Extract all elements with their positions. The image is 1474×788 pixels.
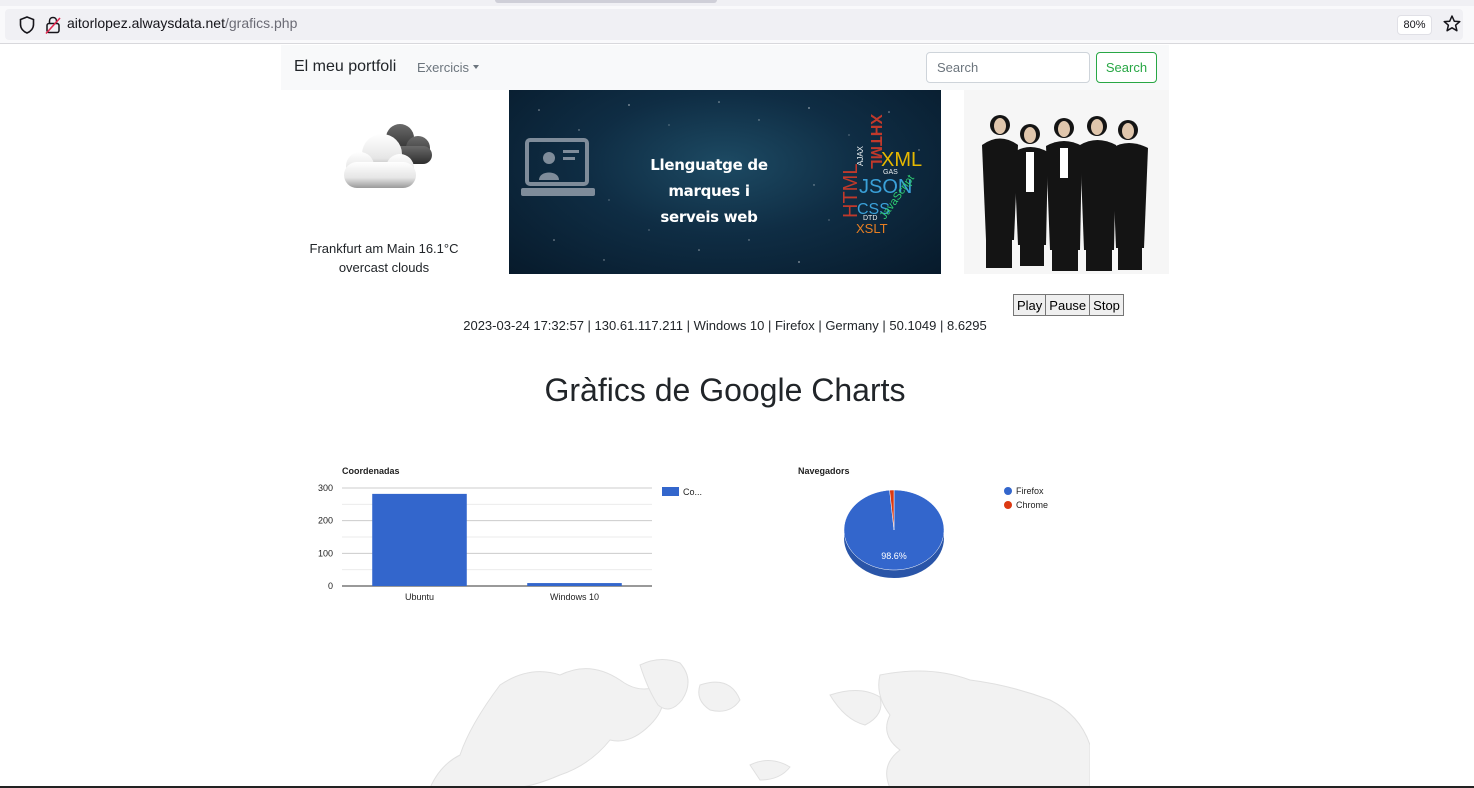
pie-chart-title: Navegadors xyxy=(798,466,850,476)
navbar-brand[interactable]: El meu portfoli xyxy=(294,58,396,76)
url-bar[interactable]: aitorlopez.alwaysdata.net/grafics.php 80… xyxy=(5,9,1463,40)
banner-title-line1: Llenguatge de marques i xyxy=(650,156,768,200)
weather-text: Frankfurt am Main 16.1°C overcast clouds xyxy=(294,239,474,277)
url-text[interactable]: aitorlopez.alwaysdata.net/grafics.php xyxy=(67,15,297,31)
caret-down-icon xyxy=(473,65,480,69)
legend-label: Co... xyxy=(683,487,702,497)
legend-dot xyxy=(1004,501,1012,509)
bar[interactable] xyxy=(527,583,622,586)
band-members-silhouettes xyxy=(982,115,1148,271)
tech-word-cloud: HTML XHTML XML JSON CSS XSLT AJAX DTD GA… xyxy=(840,114,922,236)
weather-location-temp: Frankfurt am Main 16.1°C xyxy=(309,241,459,256)
browser-toolbar: aitorlopez.alwaysdata.net/grafics.php 80… xyxy=(0,0,1474,44)
world-map xyxy=(429,659,1090,788)
exercicis-dropdown[interactable]: Exercicis xyxy=(417,60,480,75)
presentation-icon xyxy=(521,138,595,196)
site-navbar: El meu portfoli Exercicis Search xyxy=(281,45,1169,90)
y-tick-label: 100 xyxy=(318,548,333,558)
play-button[interactable]: Play xyxy=(1013,294,1047,316)
banner-title-line2: serveis web xyxy=(660,208,758,226)
bar[interactable] xyxy=(372,493,467,586)
cloud-icon xyxy=(344,124,432,188)
bar-chart: 0 100 200 300 Ubuntu Windows 10 Co... xyxy=(318,483,702,602)
band-photo xyxy=(964,90,1169,274)
tab-strip xyxy=(0,0,1474,6)
x-tick-label: Windows 10 xyxy=(550,592,599,602)
dropdown-label: Exercicis xyxy=(417,60,470,75)
legend-swatch xyxy=(662,487,679,496)
word-ajax: AJAX xyxy=(856,145,865,166)
banner-title: Llenguatge de marques i serveis web xyxy=(619,152,799,230)
legend-label: Firefox xyxy=(1016,486,1044,496)
pie-slice-label: 98.6% xyxy=(881,551,907,561)
pause-button[interactable]: Pause xyxy=(1045,294,1091,316)
word-xslt: XSLT xyxy=(856,221,888,236)
shield-icon[interactable] xyxy=(18,15,36,35)
search-button[interactable]: Search xyxy=(1096,52,1157,83)
word-xml: XML xyxy=(881,149,922,171)
weather-description: overcast clouds xyxy=(338,260,430,275)
y-tick-label: 200 xyxy=(318,516,333,526)
bar-chart-title: Coordenadas xyxy=(342,466,400,476)
y-tick-label: 300 xyxy=(318,483,333,493)
zoom-indicator[interactable]: 80% xyxy=(1397,15,1432,35)
url-path: /grafics.php xyxy=(225,15,298,31)
pie-chart: 98.6% Firefox Chrome xyxy=(843,486,1048,578)
url-host: aitorlopez.alwaysdata.net xyxy=(67,15,225,31)
stop-button[interactable]: Stop xyxy=(1089,294,1124,316)
word-dtd: DTD xyxy=(863,215,877,222)
x-tick-label: Ubuntu xyxy=(405,592,434,602)
star-icon[interactable] xyxy=(1442,14,1462,34)
search-input[interactable] xyxy=(926,52,1090,83)
legend-label: Chrome xyxy=(1016,500,1048,510)
lock-icon[interactable] xyxy=(45,15,61,35)
audio-controls: Play Pause Stop xyxy=(1013,294,1124,316)
legend-dot xyxy=(1004,487,1012,495)
active-tab-indicator[interactable] xyxy=(495,0,717,3)
page-title: Gràfics de Google Charts xyxy=(544,372,906,408)
y-tick-label: 0 xyxy=(328,581,333,591)
course-banner: Llenguatge de marques i serveis web HTML… xyxy=(509,90,941,274)
word-gas: GAS xyxy=(883,169,898,176)
visitor-info: 2023-03-24 17:32:57 | 130.61.117.211 | W… xyxy=(463,318,987,333)
